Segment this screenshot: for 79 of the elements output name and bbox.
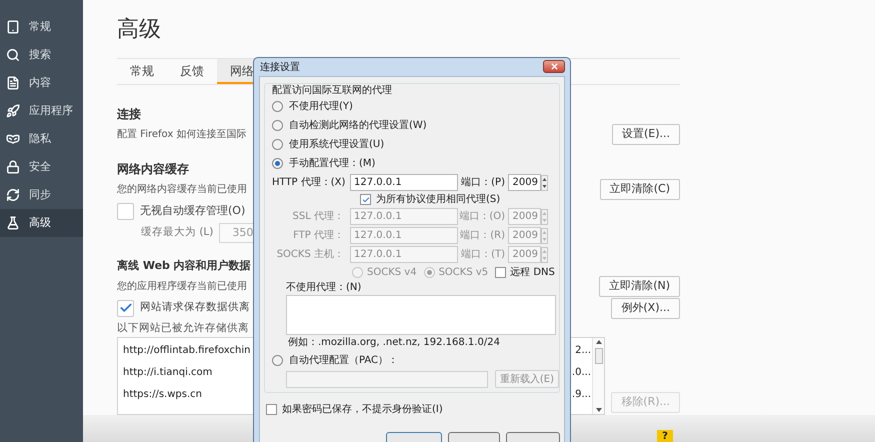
field-label: 端口：(O)	[458, 210, 506, 224]
field-label: 端口：(R)	[459, 228, 506, 243]
radio-button[interactable]	[272, 139, 283, 150]
list-cell-text: http://i.tianqi.com	[123, 366, 212, 380]
radio-label: SOCKS v5	[438, 266, 488, 280]
checkbox[interactable]	[495, 266, 506, 278]
radio-button[interactable]	[272, 101, 283, 112]
list-cell-text: .9...	[572, 388, 591, 402]
group-label: 配置访问国际互联网的代理	[272, 85, 392, 97]
rocket-icon	[6, 104, 20, 118]
list-cell-text: http://offlintab.firefoxchin	[123, 344, 250, 358]
sidebar-item[interactable]: 高级	[0, 209, 83, 237]
field-label: FTP 代理：	[292, 229, 345, 243]
page-button[interactable]: 设置(E)...	[612, 124, 680, 144]
radio-label: 自动代理配置（PAC）：	[289, 354, 398, 368]
description: 您的网络内容缓存当前已使用	[117, 182, 247, 196]
radio-button[interactable]	[272, 120, 283, 131]
close-button[interactable]	[543, 60, 565, 72]
scroll-down-icon[interactable]	[596, 408, 602, 412]
field-label: SSL 代理：	[292, 210, 345, 224]
field-label: 端口：(P)	[460, 176, 506, 190]
scroll-thumb[interactable]	[594, 348, 602, 364]
tablet-icon	[6, 20, 20, 34]
radio-label: 手动配置代理：(M)	[289, 156, 376, 171]
tab[interactable]: 反馈	[167, 59, 217, 84]
spinner-icon[interactable]	[541, 174, 548, 190]
field-label: SOCKS 主机：	[276, 248, 345, 262]
page-button[interactable]: 立即清除(N)	[599, 276, 680, 296]
radio-label: 使用系统代理设置(U)	[289, 138, 384, 152]
page-title: 高级	[117, 16, 162, 44]
checkbox[interactable]	[266, 404, 277, 414]
scroll-up-icon[interactable]	[596, 340, 602, 344]
sidebar-item[interactable]: 同步	[0, 181, 83, 209]
list-label: 以下网站已被允许存储供离	[117, 321, 250, 336]
section-heading: 离线 Web 内容和用户数据	[117, 258, 251, 274]
section-heading: 连接	[117, 106, 141, 123]
sidebar-item[interactable]: 搜索	[0, 41, 83, 69]
search-icon	[6, 48, 20, 62]
sidebar-item[interactable]: 隐私	[0, 125, 83, 153]
sidebar-item[interactable]: 应用程序	[0, 97, 83, 125]
list-cell-text: .0...	[572, 366, 591, 380]
field-label: 不使用代理：(N)	[286, 281, 362, 295]
page-button[interactable]: 立即清除(C)	[600, 178, 680, 200]
hint-text: 例如：.mozilla.org, .net.nz, 192.168.1.0/24	[288, 336, 500, 350]
field-label: 缓存最大为 (L)	[141, 225, 214, 240]
radio-label: 不使用代理(Y)	[289, 100, 353, 114]
tab[interactable]: 常规	[117, 59, 167, 84]
checkbox[interactable]	[117, 202, 134, 220]
proxy-field[interactable]: 127.0.0.1	[350, 174, 458, 191]
list-cell-text: 2...	[575, 344, 591, 358]
checkbox-label: 如果密码已保存，不提示身份验证(I)	[282, 402, 443, 416]
radio-label: 自动检测此网络的代理设置(W)	[289, 118, 427, 133]
sidebar-item[interactable]: 安全	[0, 153, 83, 181]
checkbox-label: 网站请求保存数据供离	[140, 300, 250, 316]
mask-icon	[6, 132, 20, 146]
document-icon	[6, 76, 20, 90]
close-icon	[550, 62, 558, 70]
checkbox[interactable]	[117, 300, 134, 316]
sync-icon	[6, 188, 20, 202]
checkbox[interactable]	[360, 194, 371, 205]
section-heading: 网络内容缓存	[117, 161, 189, 178]
radio-label: SOCKS v4	[367, 266, 417, 280]
description: 您的应用程序缓存当前已使用	[117, 280, 247, 294]
field-label: 端口：(T)	[460, 248, 506, 262]
field-label: HTTP 代理：(X)	[272, 176, 346, 190]
lock-icon	[6, 160, 20, 174]
checkbox-label: 为所有协议使用相同代理(S)	[376, 192, 500, 207]
sidebar-item[interactable]: 常规	[0, 13, 83, 41]
help-badge[interactable]: ?	[657, 430, 673, 442]
port-field[interactable]: 2009	[508, 174, 541, 191]
page-button[interactable]: 例外(X)...	[611, 298, 680, 318]
sidebar-item[interactable]: 内容	[0, 69, 83, 97]
no-proxy-field[interactable]	[286, 295, 556, 335]
checkbox-label: 远程 DNS	[510, 266, 555, 280]
checkbox-label: 无视自动缓存管理(O)	[140, 202, 246, 219]
list-cell-text: https://s.wps.cn	[123, 388, 202, 402]
flask-icon	[6, 216, 20, 230]
radio-button[interactable]	[272, 158, 283, 169]
description: 配置 Firefox 如何连接至国际	[117, 128, 246, 142]
